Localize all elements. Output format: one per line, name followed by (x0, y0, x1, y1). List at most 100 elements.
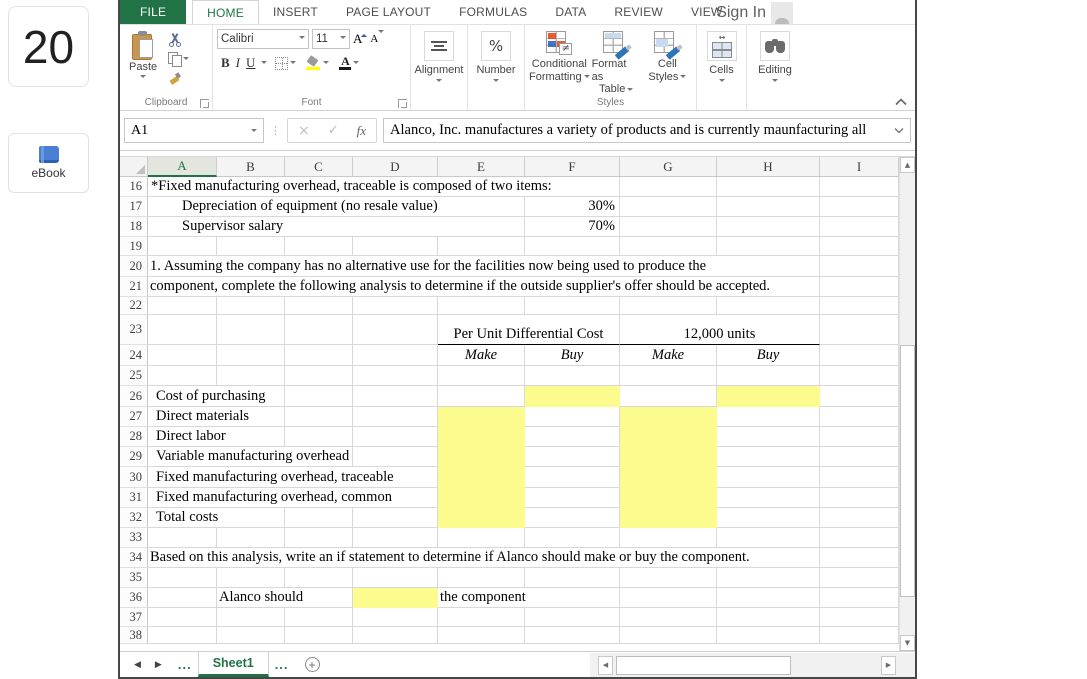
row-header-22[interactable]: 22 (120, 297, 148, 315)
cell-G27[interactable] (620, 407, 717, 427)
font-dialog-launcher-icon[interactable] (398, 99, 407, 108)
cell-G35[interactable] (620, 568, 717, 588)
cell-I21[interactable] (820, 277, 899, 297)
cell-E31[interactable] (438, 488, 525, 508)
cells-group[interactable]: ↔ Cells (697, 25, 747, 110)
next-sheet-button[interactable]: ▶ (155, 660, 162, 670)
cell-G29[interactable] (620, 447, 717, 467)
cell-I31[interactable] (820, 488, 899, 508)
cell-F19[interactable] (525, 237, 620, 256)
cell-A32[interactable]: Total costs (148, 508, 285, 528)
cell-I23[interactable] (820, 315, 899, 345)
cell-A34[interactable]: Based on this analysis, write an if stat… (148, 548, 820, 568)
cell-H33[interactable] (717, 528, 820, 548)
cell-G33[interactable] (620, 528, 717, 548)
fill-color-button[interactable] (304, 54, 331, 71)
cell-I33[interactable] (820, 528, 899, 548)
horizontal-scrollbar[interactable]: ◀ ▶ (590, 653, 915, 677)
cell-H18[interactable] (717, 217, 820, 237)
cell-H26[interactable] (717, 386, 820, 407)
more-sheets-left[interactable]: ... (172, 652, 198, 677)
chevron-down-icon[interactable] (261, 61, 268, 67)
cell-I37[interactable] (820, 608, 899, 627)
cell-I26[interactable] (820, 386, 899, 407)
cell-C23[interactable] (285, 315, 353, 345)
ribbon-tab-page-layout[interactable]: PAGE LAYOUT (332, 0, 445, 24)
cell-G19[interactable] (620, 237, 717, 256)
cell-B23[interactable] (217, 315, 285, 345)
row-header-38[interactable]: 38 (120, 627, 148, 644)
cell-A24[interactable] (148, 345, 217, 366)
cell-I36[interactable] (820, 588, 899, 608)
prev-sheet-button[interactable]: ◀ (134, 660, 141, 670)
cell-A25[interactable] (148, 366, 217, 386)
cell-A30[interactable]: Fixed manufacturing overhead, traceable (148, 467, 438, 488)
row-header-25[interactable]: 25 (120, 366, 148, 386)
cell-H35[interactable] (717, 568, 820, 588)
cell-A22[interactable] (148, 297, 217, 315)
cell-E29[interactable] (438, 447, 525, 467)
cell-A20[interactable]: 1. Assuming the company has no alternati… (148, 256, 820, 277)
cell-G31[interactable] (620, 488, 717, 508)
copy-button[interactable] (166, 51, 191, 67)
cell-E32[interactable] (438, 508, 525, 528)
cell-C22[interactable] (285, 297, 353, 315)
alignment-group[interactable]: Alignment (411, 25, 468, 110)
cell-A38[interactable] (148, 627, 217, 644)
column-header-B[interactable]: B (217, 157, 285, 177)
cell-A31[interactable]: Fixed manufacturing overhead, common (148, 488, 438, 508)
vertical-scroll-thumb[interactable] (900, 345, 915, 597)
cell-B38[interactable] (217, 627, 285, 644)
cell-D22[interactable] (353, 297, 438, 315)
cell-I32[interactable] (820, 508, 899, 528)
cell-I30[interactable] (820, 467, 899, 488)
cell-E37[interactable] (438, 608, 525, 627)
cell-H17[interactable] (717, 197, 820, 217)
cell-G23[interactable]: 12,000 units (620, 315, 820, 345)
cell-H16[interactable] (717, 177, 820, 197)
ribbon-tab-home[interactable]: HOME (192, 0, 259, 24)
cell-G28[interactable] (620, 427, 717, 447)
cell-A37[interactable] (148, 608, 217, 627)
number-format-button[interactable]: % (481, 31, 511, 61)
cell-C28[interactable] (285, 427, 353, 447)
cell-I24[interactable] (820, 345, 899, 366)
expand-formula-bar-icon[interactable] (894, 127, 904, 134)
cell-B33[interactable] (217, 528, 285, 548)
row-header-34[interactable]: 34 (120, 548, 148, 568)
cell-C24[interactable] (285, 345, 353, 366)
cell-D29[interactable] (353, 447, 438, 467)
vertical-scroll-track[interactable] (900, 173, 915, 635)
cell-I20[interactable] (820, 256, 899, 277)
horizontal-scroll-thumb[interactable] (616, 655, 791, 675)
cell-G16[interactable] (620, 177, 717, 197)
row-header-23[interactable]: 23 (120, 315, 148, 345)
cell-I19[interactable] (820, 237, 899, 256)
cell-F26[interactable] (525, 386, 620, 407)
cell-A19[interactable] (148, 237, 217, 256)
scroll-up-button[interactable]: ▲ (900, 157, 915, 173)
cell-D25[interactable] (353, 366, 438, 386)
formula-input[interactable]: Alanco, Inc. manufactures a variety of p… (383, 118, 911, 143)
cell-E19[interactable] (438, 237, 525, 256)
cell-H22[interactable] (717, 297, 820, 315)
cell-G30[interactable] (620, 467, 717, 488)
cell-E28[interactable] (438, 427, 525, 447)
formula-bar-splitter[interactable]: ⋮ (270, 124, 281, 137)
cell-I38[interactable] (820, 627, 899, 644)
cell-H38[interactable] (717, 627, 820, 644)
cancel-button[interactable]: × (298, 123, 310, 139)
format-as-table-button[interactable]: Format as Table (592, 29, 641, 96)
scroll-left-button[interactable]: ◀ (598, 655, 613, 675)
cell-A29[interactable]: Variable manufacturing overhead (148, 447, 353, 467)
cell-F24[interactable]: Buy (525, 345, 620, 366)
row-header-21[interactable]: 21 (120, 277, 148, 297)
ribbon-tab-file[interactable]: FILE (120, 0, 187, 24)
cell-G37[interactable] (620, 608, 717, 627)
cell-F29[interactable] (525, 447, 620, 467)
cell-F32[interactable] (525, 508, 620, 528)
scroll-right-button[interactable]: ▶ (881, 655, 896, 675)
cell-E35[interactable] (438, 568, 525, 588)
cell-H24[interactable]: Buy (717, 345, 820, 366)
scroll-down-button[interactable]: ▼ (900, 635, 915, 651)
